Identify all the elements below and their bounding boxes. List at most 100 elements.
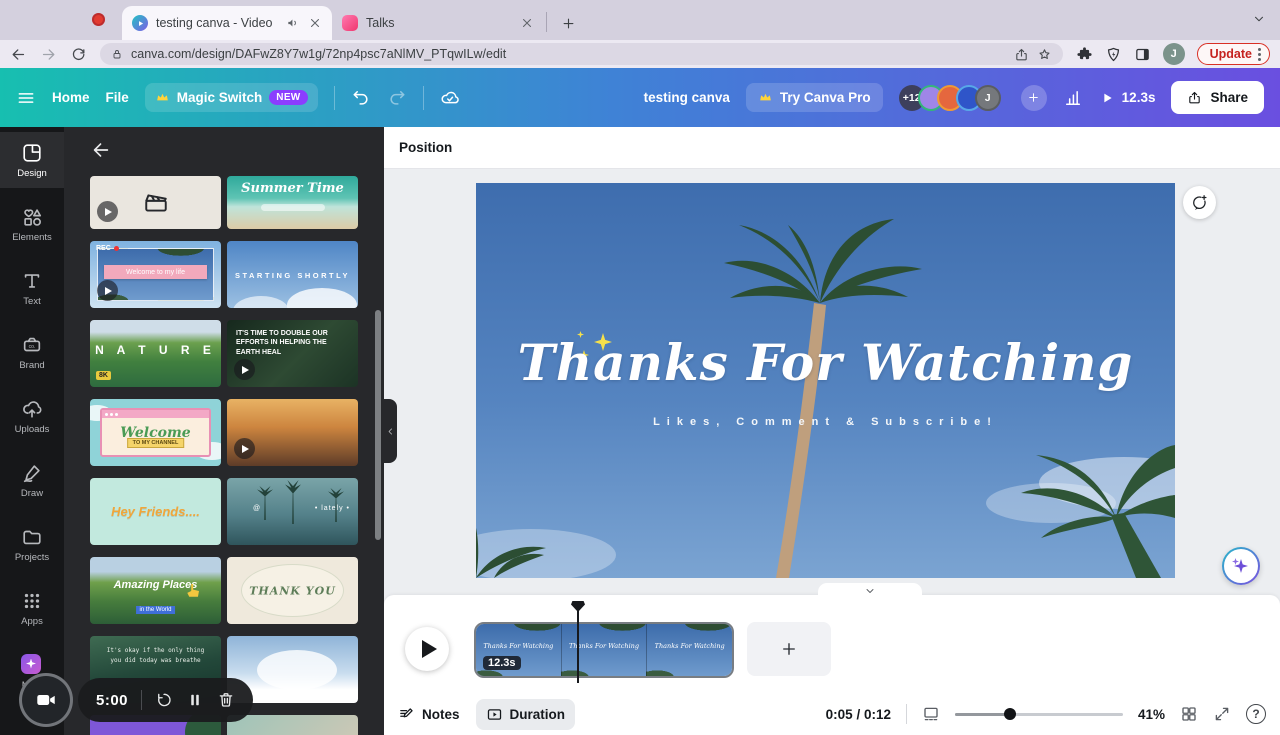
preview-play-button[interactable]: 12.3s — [1099, 90, 1156, 106]
home-menu-item[interactable]: Home — [52, 90, 90, 105]
template-thumbnail-hands[interactable] — [227, 715, 358, 735]
sidebar-item-brand[interactable]: co. Brand — [0, 324, 64, 380]
restart-recording-icon[interactable] — [155, 691, 173, 709]
template-thumbnail-thankyou[interactable]: THANK YOU — [227, 557, 358, 624]
tab-close-icon[interactable] — [308, 16, 322, 30]
sidebar-item-text[interactable]: Text — [0, 260, 64, 316]
position-button[interactable]: Position — [399, 140, 452, 155]
template-thumbnail-clapper[interactable] — [90, 176, 221, 229]
play-overlay-icon — [97, 280, 118, 301]
timeline-zoom-slider[interactable] — [954, 707, 1123, 721]
timeline-collapse-tab[interactable] — [818, 583, 922, 596]
shield-extension-icon[interactable] — [1105, 46, 1122, 63]
bookmark-star-icon[interactable] — [1037, 47, 1052, 62]
redo-icon[interactable] — [387, 88, 407, 108]
talks-favicon — [342, 15, 358, 31]
grid-view-icon[interactable] — [1180, 705, 1198, 723]
add-comment-button[interactable] — [1183, 186, 1216, 219]
play-icon — [1099, 90, 1115, 106]
duration-icon — [487, 708, 501, 720]
canvas-subtitle-text[interactable]: Likes, Comment & Subscribe! — [476, 416, 1175, 428]
browser-profile-avatar[interactable]: J — [1162, 43, 1185, 65]
panel-back-icon[interactable] — [90, 139, 112, 161]
video-canvas[interactable]: Thanks For Watching Likes, Comment & Sub… — [476, 183, 1175, 578]
magic-studio-button[interactable] — [1222, 547, 1260, 585]
template-thumbnail-palms[interactable]: @ • lately • — [227, 478, 358, 545]
delete-recording-icon[interactable] — [217, 691, 235, 709]
tab-audio-icon[interactable] — [286, 16, 300, 30]
share-page-icon[interactable] — [1014, 47, 1029, 62]
recording-controls: 5:00 — [78, 678, 254, 722]
total-duration: 12.3s — [1121, 90, 1156, 105]
browser-menu-icon[interactable] — [1258, 47, 1261, 61]
address-bar[interactable]: canva.com/design/DAFwZ8Y7w1g/72np4psc7aN… — [100, 43, 1063, 65]
browser-update-button[interactable]: Update — [1196, 43, 1270, 65]
text-icon — [21, 270, 43, 292]
sidebar-item-elements[interactable]: Elements — [0, 196, 64, 252]
template-thumbnail-nature[interactable]: N A T U R E 8K — [90, 320, 221, 387]
sidebar-item-uploads[interactable]: Uploads — [0, 388, 64, 444]
timeline-bottom-bar: Notes Duration 0:05 / 0:12 41% ? — [384, 693, 1280, 735]
browser-tab-active[interactable]: testing canva - Video — [122, 6, 332, 40]
template-thumbnail-summer[interactable]: Summer Time — [227, 176, 358, 229]
insights-chart-icon[interactable] — [1063, 88, 1083, 108]
add-collaborator-button[interactable] — [1020, 84, 1047, 111]
hamburger-menu-icon[interactable] — [16, 88, 36, 108]
forward-icon[interactable] — [40, 46, 57, 63]
sparkle-icon — [1232, 558, 1239, 565]
sidebar-item-draw[interactable]: Draw — [0, 452, 64, 508]
template-grid: Summer Time REC Welcome to my life STARTING… — [90, 176, 358, 735]
template-thumbnail-retro[interactable]: Welcome TO MY CHANNEL — [90, 399, 221, 466]
try-canva-pro-button[interactable]: Try Canva Pro — [745, 83, 883, 112]
sidebar-item-apps[interactable]: Apps — [0, 580, 64, 636]
panel-scrollbar[interactable] — [375, 310, 381, 540]
canvas-title-text[interactable]: Thanks For Watching — [476, 333, 1175, 392]
help-button[interactable]: ? — [1246, 704, 1266, 724]
timeline-view-icon[interactable] — [922, 705, 940, 723]
duration-button[interactable]: Duration — [475, 698, 576, 730]
sidebar-item-projects[interactable]: Projects — [0, 516, 64, 572]
video-clip[interactable]: 12.3s Thanks For Watching Thanks For Watc… — [474, 622, 734, 678]
file-menu-item[interactable]: File — [106, 90, 129, 105]
template-thumbnail-forest[interactable]: It's time to double our efforts in helpi… — [227, 320, 358, 387]
recording-indicator-dot — [92, 13, 105, 26]
brand-icon: co. — [21, 334, 43, 356]
clip-frame: Thanks For Watching — [647, 624, 732, 676]
browser-tab-talks[interactable]: Talks — [332, 6, 544, 40]
template-panel: Summer Time REC Welcome to my life STARTING… — [64, 127, 384, 735]
panel-collapse-handle[interactable] — [384, 399, 397, 463]
share-button[interactable]: Share — [1171, 81, 1264, 114]
clip-duration-badge: 12.3s — [483, 656, 521, 670]
divider — [905, 704, 907, 724]
pause-recording-icon[interactable] — [186, 691, 204, 709]
new-tab-button[interactable] — [555, 10, 581, 36]
timeline-panel: 12.3s Thanks For Watching Thanks For Watc… — [384, 583, 1280, 735]
sidebar-item-design[interactable]: Design — [0, 132, 64, 188]
browser-actions: J Update — [1076, 43, 1270, 65]
fullscreen-icon[interactable] — [1213, 705, 1231, 723]
template-thumbnail-sunset[interactable] — [227, 399, 358, 466]
collaborator-avatar[interactable]: J — [974, 84, 1001, 111]
zoom-level: 41% — [1137, 706, 1165, 722]
template-thumbnail-hills[interactable]: Amazing Places in the World — [90, 557, 221, 624]
webcam-button[interactable] — [22, 676, 70, 724]
add-page-button[interactable] — [747, 622, 831, 676]
canva-favicon — [132, 15, 148, 31]
slider-knob[interactable] — [1004, 708, 1017, 720]
template-thumbnail-startsoon[interactable]: STARTING SHORTLY — [227, 241, 358, 308]
undo-icon[interactable] — [351, 88, 371, 108]
tab-close-icon[interactable] — [520, 16, 534, 30]
tab-search-chevron-icon[interactable] — [1252, 12, 1266, 26]
template-thumbnail-rec[interactable]: REC Welcome to my life — [90, 241, 221, 308]
notes-button[interactable]: Notes — [398, 706, 460, 723]
side-panel-icon[interactable] — [1134, 46, 1151, 63]
magic-switch-button[interactable]: Magic Switch NEW — [144, 83, 318, 112]
collaborator-avatars[interactable]: +12 J — [898, 84, 1001, 111]
document-title[interactable]: testing canva — [644, 90, 730, 105]
reload-icon[interactable] — [70, 46, 87, 63]
back-icon[interactable] — [10, 46, 27, 63]
extensions-puzzle-icon[interactable] — [1076, 46, 1093, 63]
header-divider — [422, 85, 424, 110]
template-thumbnail-mint[interactable]: Hey Friends.... — [90, 478, 221, 545]
timeline-play-button[interactable] — [405, 627, 449, 671]
